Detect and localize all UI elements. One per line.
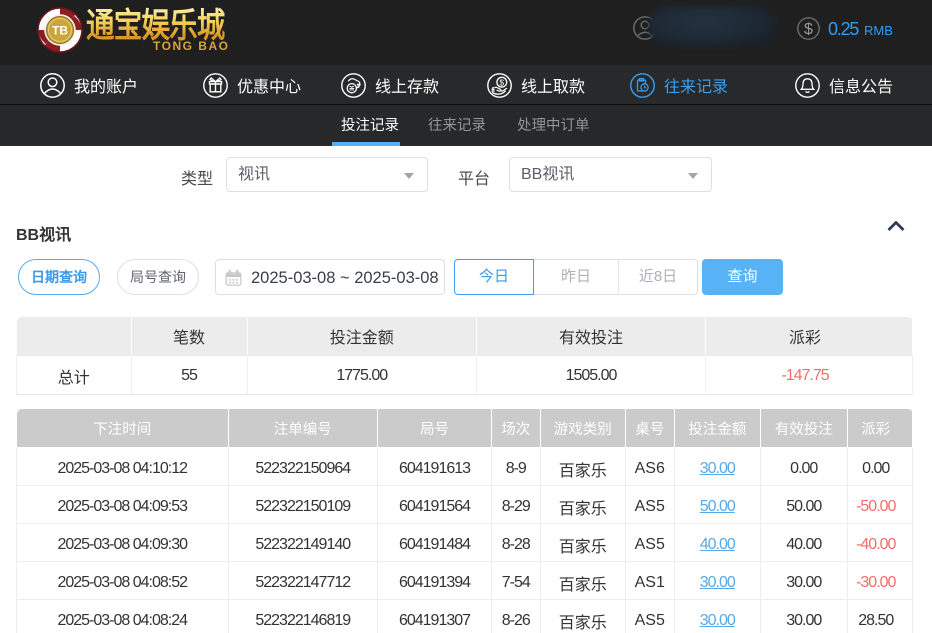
svg-text:$: $ — [804, 21, 813, 38]
svg-text:$: $ — [499, 77, 504, 87]
